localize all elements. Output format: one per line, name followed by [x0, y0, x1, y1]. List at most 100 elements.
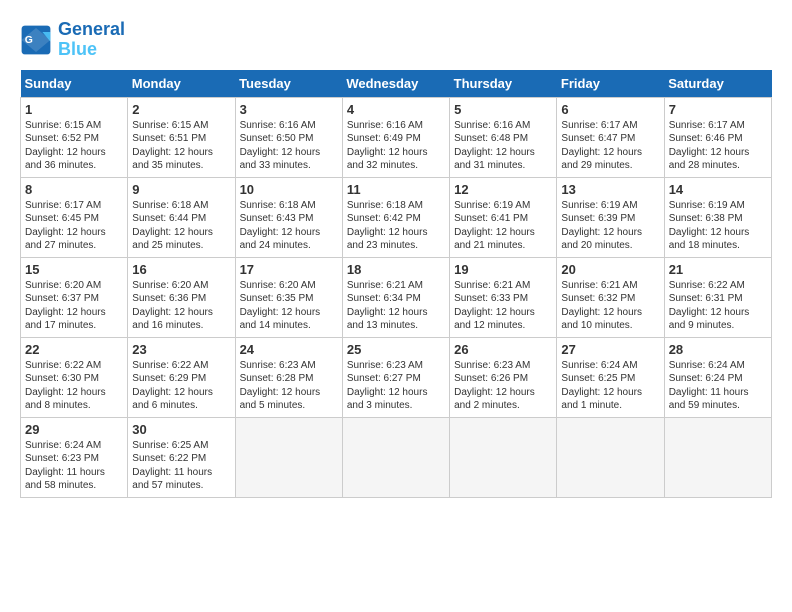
day-number: 7: [669, 102, 767, 117]
day-number: 11: [347, 182, 445, 197]
day-info: Sunrise: 6:19 AM Sunset: 6:38 PM Dayligh…: [669, 199, 767, 253]
calendar-day: 18 Sunrise: 6:21 AM Sunset: 6:34 PM Dayli…: [342, 257, 449, 337]
day-number: 16: [132, 262, 230, 277]
day-info: Sunrise: 6:19 AM Sunset: 6:39 PM Dayligh…: [561, 199, 659, 253]
calendar-day: 25Sunrise: 6:23 AM Sunset: 6:27 PM Dayli…: [342, 337, 449, 417]
day-info: Sunrise: 6:24 AM Sunset: 6:23 PM Dayligh…: [25, 439, 123, 493]
day-number: 2: [132, 102, 230, 117]
svg-text:G: G: [25, 35, 33, 46]
day-number: 21: [669, 262, 767, 277]
day-number: 23: [132, 342, 230, 357]
calendar-day: 15 Sunrise: 6:20 AM Sunset: 6:37 PM Dayli…: [21, 257, 128, 337]
day-info: Sunrise: 6:17 AM Sunset: 6:46 PM Dayligh…: [669, 119, 767, 173]
day-info: Sunrise: 6:24 AM Sunset: 6:24 PM Dayligh…: [669, 359, 767, 413]
calendar-day: 20 Sunrise: 6:21 AM Sunset: 6:32 PM Dayli…: [557, 257, 664, 337]
day-info: Sunrise: 6:21 AM Sunset: 6:34 PM Dayligh…: [347, 279, 445, 333]
calendar-day: 17 Sunrise: 6:20 AM Sunset: 6:35 PM Dayli…: [235, 257, 342, 337]
calendar-day: [557, 417, 664, 497]
day-number: 18: [347, 262, 445, 277]
calendar-table: SundayMondayTuesdayWednesdayThursdayFrid…: [20, 70, 772, 498]
calendar-day: 8 Sunrise: 6:17 AM Sunset: 6:45 PM Daylig…: [21, 177, 128, 257]
calendar-day: [342, 417, 449, 497]
calendar-day: [235, 417, 342, 497]
calendar-day: 16 Sunrise: 6:20 AM Sunset: 6:36 PM Dayli…: [128, 257, 235, 337]
weekday-header: Friday: [557, 70, 664, 98]
day-number: 29: [25, 422, 123, 437]
calendar-day: 10 Sunrise: 6:18 AM Sunset: 6:43 PM Dayli…: [235, 177, 342, 257]
calendar-week: 22 Sunrise: 6:22 AM Sunset: 6:30 PM Dayli…: [21, 337, 772, 417]
day-info: Sunrise: 6:17 AM Sunset: 6:47 PM Dayligh…: [561, 119, 659, 173]
calendar-header: SundayMondayTuesdayWednesdayThursdayFrid…: [21, 70, 772, 98]
weekday-header: Wednesday: [342, 70, 449, 98]
day-info: Sunrise: 6:24 AM Sunset: 6:25 PM Dayligh…: [561, 359, 659, 413]
calendar-day: 12Sunrise: 6:19 AM Sunset: 6:41 PM Dayli…: [450, 177, 557, 257]
day-info: Sunrise: 6:23 AM Sunset: 6:27 PM Dayligh…: [347, 359, 445, 413]
day-info: Sunrise: 6:23 AM Sunset: 6:28 PM Dayligh…: [240, 359, 338, 413]
day-number: 22: [25, 342, 123, 357]
day-number: 9: [132, 182, 230, 197]
day-number: 13: [561, 182, 659, 197]
day-info: Sunrise: 6:20 AM Sunset: 6:35 PM Dayligh…: [240, 279, 338, 333]
calendar-day: 1 Sunrise: 6:15 AM Sunset: 6:52 PM Daylig…: [21, 97, 128, 177]
day-info: Sunrise: 6:25 AM Sunset: 6:22 PM Dayligh…: [132, 439, 230, 493]
day-info: Sunrise: 6:15 AM Sunset: 6:52 PM Dayligh…: [25, 119, 123, 173]
day-number: 6: [561, 102, 659, 117]
day-number: 8: [25, 182, 123, 197]
calendar-week: 1 Sunrise: 6:15 AM Sunset: 6:52 PM Daylig…: [21, 97, 772, 177]
day-info: Sunrise: 6:16 AM Sunset: 6:48 PM Dayligh…: [454, 119, 552, 173]
calendar-day: 19Sunrise: 6:21 AM Sunset: 6:33 PM Dayli…: [450, 257, 557, 337]
calendar-day: 9 Sunrise: 6:18 AM Sunset: 6:44 PM Daylig…: [128, 177, 235, 257]
calendar-day: 23Sunrise: 6:22 AM Sunset: 6:29 PM Dayli…: [128, 337, 235, 417]
calendar-day: 26Sunrise: 6:23 AM Sunset: 6:26 PM Dayli…: [450, 337, 557, 417]
calendar-day: 30 Sunrise: 6:25 AM Sunset: 6:22 PM Dayli…: [128, 417, 235, 497]
calendar-day: 29 Sunrise: 6:24 AM Sunset: 6:23 PM Dayli…: [21, 417, 128, 497]
day-info: Sunrise: 6:19 AM Sunset: 6:41 PM Dayligh…: [454, 199, 552, 253]
calendar-day: 6 Sunrise: 6:17 AM Sunset: 6:47 PM Daylig…: [557, 97, 664, 177]
logo: G General Blue: [20, 20, 125, 60]
calendar-day: [664, 417, 771, 497]
calendar-day: 7 Sunrise: 6:17 AM Sunset: 6:46 PM Daylig…: [664, 97, 771, 177]
day-info: Sunrise: 6:18 AM Sunset: 6:43 PM Dayligh…: [240, 199, 338, 253]
day-info: Sunrise: 6:22 AM Sunset: 6:31 PM Dayligh…: [669, 279, 767, 333]
day-number: 17: [240, 262, 338, 277]
calendar-day: 3 Sunrise: 6:16 AM Sunset: 6:50 PM Daylig…: [235, 97, 342, 177]
day-number: 14: [669, 182, 767, 197]
day-info: Sunrise: 6:20 AM Sunset: 6:36 PM Dayligh…: [132, 279, 230, 333]
day-number: 24: [240, 342, 338, 357]
day-info: Sunrise: 6:20 AM Sunset: 6:37 PM Dayligh…: [25, 279, 123, 333]
logo-text: General Blue: [58, 20, 125, 60]
weekday-header: Saturday: [664, 70, 771, 98]
day-number: 28: [669, 342, 767, 357]
day-number: 26: [454, 342, 552, 357]
logo-icon: G: [20, 24, 52, 56]
calendar-day: 5 Sunrise: 6:16 AM Sunset: 6:48 PM Daylig…: [450, 97, 557, 177]
day-info: Sunrise: 6:18 AM Sunset: 6:44 PM Dayligh…: [132, 199, 230, 253]
calendar-day: 13 Sunrise: 6:19 AM Sunset: 6:39 PM Dayli…: [557, 177, 664, 257]
calendar-day: 27 Sunrise: 6:24 AM Sunset: 6:25 PM Dayli…: [557, 337, 664, 417]
day-info: Sunrise: 6:21 AM Sunset: 6:33 PM Dayligh…: [454, 279, 552, 333]
day-number: 27: [561, 342, 659, 357]
calendar-week: 15 Sunrise: 6:20 AM Sunset: 6:37 PM Dayli…: [21, 257, 772, 337]
calendar-week: 8 Sunrise: 6:17 AM Sunset: 6:45 PM Daylig…: [21, 177, 772, 257]
weekday-header: Monday: [128, 70, 235, 98]
day-number: 1: [25, 102, 123, 117]
day-info: Sunrise: 6:22 AM Sunset: 6:30 PM Dayligh…: [25, 359, 123, 413]
day-info: Sunrise: 6:21 AM Sunset: 6:32 PM Dayligh…: [561, 279, 659, 333]
day-info: Sunrise: 6:18 AM Sunset: 6:42 PM Dayligh…: [347, 199, 445, 253]
day-number: 20: [561, 262, 659, 277]
calendar-day: 2 Sunrise: 6:15 AM Sunset: 6:51 PM Daylig…: [128, 97, 235, 177]
day-number: 30: [132, 422, 230, 437]
calendar-day: 21 Sunrise: 6:22 AM Sunset: 6:31 PM Dayli…: [664, 257, 771, 337]
weekday-header: Thursday: [450, 70, 557, 98]
day-info: Sunrise: 6:15 AM Sunset: 6:51 PM Dayligh…: [132, 119, 230, 173]
calendar-day: 11 Sunrise: 6:18 AM Sunset: 6:42 PM Dayli…: [342, 177, 449, 257]
day-info: Sunrise: 6:16 AM Sunset: 6:50 PM Dayligh…: [240, 119, 338, 173]
day-number: 3: [240, 102, 338, 117]
day-number: 5: [454, 102, 552, 117]
calendar-day: 28 Sunrise: 6:24 AM Sunset: 6:24 PM Dayli…: [664, 337, 771, 417]
day-number: 15: [25, 262, 123, 277]
day-number: 10: [240, 182, 338, 197]
calendar-day: 22 Sunrise: 6:22 AM Sunset: 6:30 PM Dayli…: [21, 337, 128, 417]
page-header: G General Blue: [20, 20, 772, 60]
day-info: Sunrise: 6:17 AM Sunset: 6:45 PM Dayligh…: [25, 199, 123, 253]
